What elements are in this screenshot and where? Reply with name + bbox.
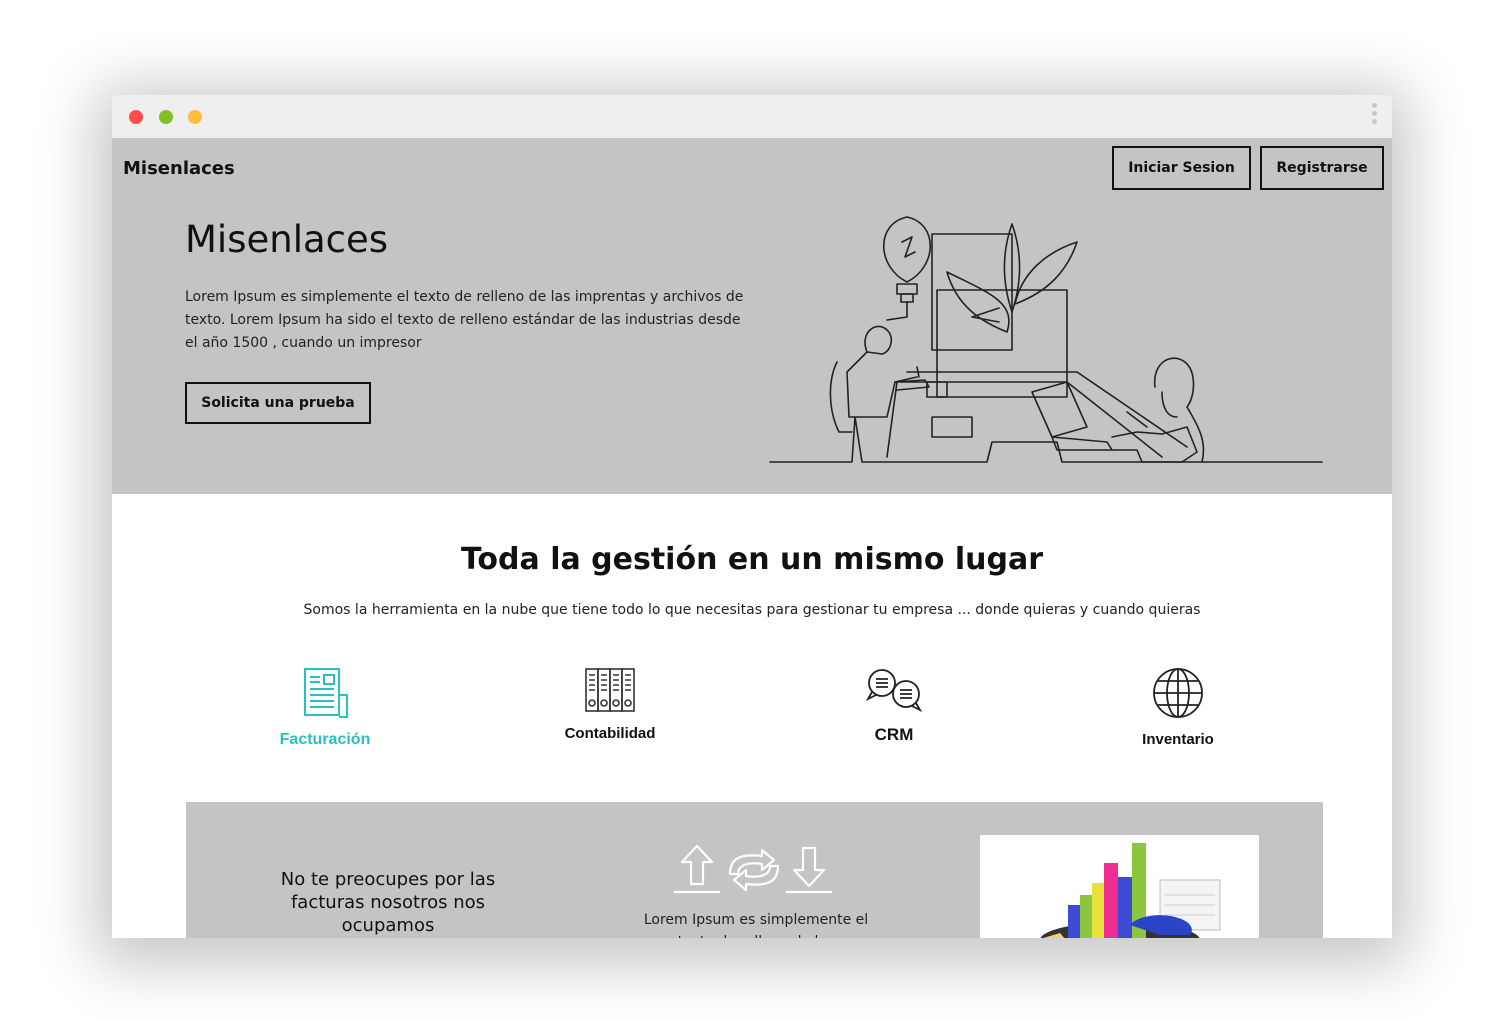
minimize-window-button[interactable] xyxy=(188,110,202,124)
3d-bar-chart-illustration xyxy=(1040,843,1221,938)
promo-text: Lorem Ipsum es simplemente el texto de r… xyxy=(643,912,869,938)
close-window-button[interactable] xyxy=(129,110,143,124)
team-meeting-illustration xyxy=(769,216,1323,463)
chat-bubbles-icon xyxy=(865,669,923,713)
kebab-menu-icon[interactable] xyxy=(1370,103,1378,129)
register-button[interactable]: Registrarse xyxy=(1260,146,1384,190)
promo-section: No te preocupes por las facturas nosotro… xyxy=(186,802,1323,938)
invoice-icon xyxy=(304,668,348,718)
feature-label: Facturación xyxy=(279,731,371,748)
feature-label: Inventario xyxy=(1142,731,1214,748)
hero-description: Lorem Ipsum es simplemente el texto de r… xyxy=(185,289,744,351)
feature-inventario[interactable]: Inventario xyxy=(1078,665,1278,748)
feature-contabilidad[interactable]: Contabilidad xyxy=(510,665,710,742)
hero-section: Misenlaces Iniciar Sesion Registrarse Mi… xyxy=(112,138,1392,494)
brand-logo[interactable]: Misenlaces xyxy=(123,158,235,179)
section-subtitle: Somos la herramienta en la nube que tien… xyxy=(303,602,1201,618)
feature-label: Contabilidad xyxy=(564,725,656,742)
binders-icon xyxy=(585,668,635,712)
bar-chart-graphic xyxy=(980,835,1259,938)
globe-icon xyxy=(1153,668,1203,718)
feature-facturacion[interactable]: Facturación xyxy=(225,665,425,749)
maximize-window-button[interactable] xyxy=(159,110,173,124)
promo-title: No te preocupes por las facturas nosotro… xyxy=(280,869,496,936)
sync-upload-download-icon xyxy=(674,844,832,894)
feature-crm[interactable]: CRM xyxy=(794,665,994,745)
hero-title: Misenlaces xyxy=(185,218,389,261)
login-button[interactable]: Iniciar Sesion xyxy=(1112,146,1251,190)
section-title: Toda la gestión en un mismo lugar xyxy=(460,542,1044,577)
window-titlebar xyxy=(112,95,1392,138)
browser-window: Misenlaces Iniciar Sesion Registrarse Mi… xyxy=(112,95,1392,938)
request-trial-button[interactable]: Solicita una prueba xyxy=(185,382,371,424)
feature-label: CRM xyxy=(874,725,914,744)
